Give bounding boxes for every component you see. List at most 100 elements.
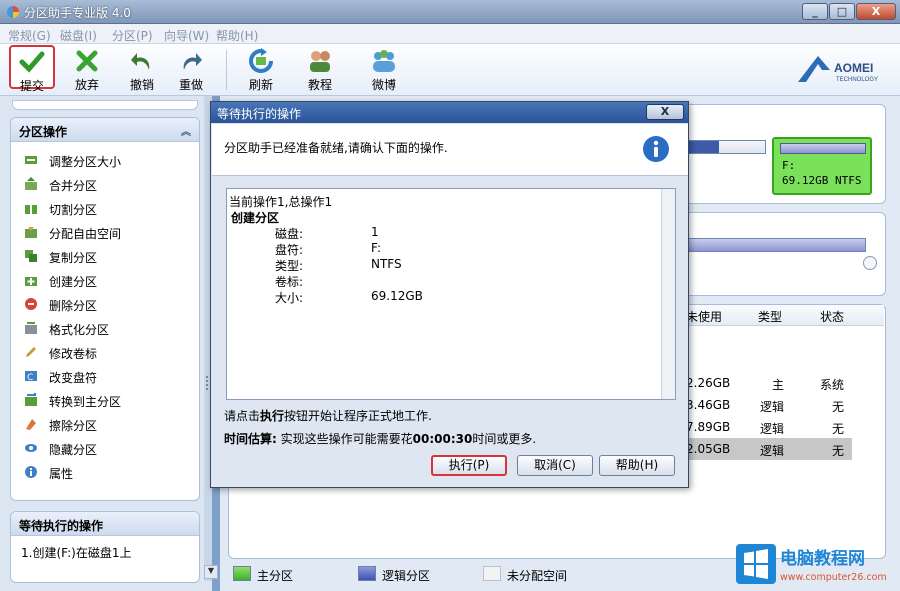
partition-operations-header[interactable]: 分区操作 ︽ [11,118,199,142]
f-partition-block[interactable]: F: 69.12GB NTFS [772,137,872,195]
edit-label-icon [26,347,36,357]
disk-partition-bar[interactable] [688,140,766,154]
operations-detail-box[interactable]: 当前操作1,总操作1 创建分区 磁盘: 1 盘符: F: 类型: NTFS 卷标… [226,188,676,400]
collapse-icon[interactable]: ︽ [181,123,191,138]
delete-partition-icon [25,298,37,310]
refresh-button[interactable]: 刷新 [238,46,284,94]
people-icon [373,50,395,72]
pending-operations-panel: 等待执行的操作 1.创建(F:)在磁盘1上 [10,511,200,583]
op-create-partition[interactable]: 创建分区 [11,268,199,292]
title-bar: 分区助手专业版 4.0 _ □ X [0,0,900,24]
pending-item[interactable]: 1.创建(F:)在磁盘1上 [11,536,199,569]
table-row[interactable]: 2.26GB 主 系统 [686,372,852,394]
col-status[interactable]: 状态 [820,308,844,325]
dialog-header: 分区助手已经准备就绪,请确认下面的操作. [212,124,688,176]
undo-icon [131,53,150,70]
close-button[interactable]: X [856,3,896,20]
svg-text:AOMEI: AOMEI [834,61,873,75]
weibo-button[interactable]: 微博 [361,46,407,94]
op-merge-partition[interactable]: 合并分区 [11,172,199,196]
resize-partition-icon [25,156,37,164]
discard-button[interactable]: 放弃 [64,46,110,94]
op-change-letter[interactable]: C 改变盘符 [11,364,199,388]
hide-partition-icon [25,444,37,452]
partition-table-header: 未使用 类型 状态 [686,305,884,326]
op-edit-label[interactable]: 修改卷标 [11,340,199,364]
ops-scrollbar[interactable] [661,189,675,399]
op-allocate-space[interactable]: 分配自由空间 [11,220,199,244]
dialog-title: 等待执行的操作 [217,107,302,121]
ops-field-key: 大小: [275,291,304,305]
x-icon [76,50,98,72]
toolbar-separator [226,50,227,90]
properties-icon [25,466,37,478]
op-format-partition[interactable]: 格式化分区 [11,316,199,340]
help-button[interactable]: 帮助(H) [599,455,675,476]
ops-field-key: 类型: [275,259,304,273]
svg-text:www.computer26.com: www.computer26.com [780,572,887,583]
check-icon [19,51,45,73]
table-row-selected[interactable]: 2.05GB 逻辑 无 [686,438,852,460]
dialog-close-button[interactable]: X [646,104,684,120]
menu-bar: 常规(G) 磁盘(I) 分区(P) 向导(W) 帮助(H) [0,24,900,44]
col-type[interactable]: 类型 [758,308,782,325]
minimize-button[interactable]: _ [802,3,828,20]
execute-button[interactable]: 执行(P) [431,455,507,476]
dialog-message: 分区助手已经准备就绪,请确认下面的操作. [224,141,448,155]
ops-heading: 创建分区 [231,211,280,225]
allocate-space-icon [25,227,37,238]
change-letter-icon: C [25,371,37,383]
ops-field-key: 卷标: [275,275,304,289]
format-partition-icon [25,322,37,334]
maximize-button[interactable]: □ [829,3,855,20]
menu-disk[interactable]: 磁盘(I) [60,27,97,44]
redo-button[interactable]: 重做 [168,46,214,94]
scroll-down-arrow[interactable]: ▼ [204,565,218,579]
op-copy-partition[interactable]: 复制分区 [11,244,199,268]
disk-2-bar[interactable] [688,238,866,252]
legend-unallocated-swatch [483,566,501,581]
menu-help[interactable]: 帮助(H) [216,27,258,44]
col-unused[interactable]: 未使用 [686,308,722,325]
copy-partition-icon [25,250,37,262]
menu-general[interactable]: 常规(G) [8,27,51,44]
toolbar: 提交 放弃 撤销 重做 刷新 教程 微博 [0,44,900,96]
disk-partition-fill [689,141,719,153]
svg-text:电脑教程网: 电脑教程网 [780,548,865,569]
dialog-time-estimate: 时间估算: 实现这些操作可能需要花00:00:30时间或更多. [224,432,537,446]
partition-operations-panel: 分区操作 ︽ 调整分区大小 合并分区 切割分区 分配自由空间 复制分区 创建分区 [10,117,200,501]
refresh-icon [249,48,273,73]
convert-primary-icon [25,393,37,406]
op-split-partition[interactable]: 切割分区 [11,196,199,220]
ops-field-value: 1 [371,225,379,239]
table-row[interactable]: 3.46GB 逻辑 无 [686,394,852,416]
ops-summary: 当前操作1,总操作1 [229,195,333,209]
table-row[interactable]: 7.89GB 逻辑 无 [686,416,852,438]
left-panel: 分区操作 ︽ 调整分区大小 合并分区 切割分区 分配自由空间 复制分区 创建分区 [0,96,212,591]
op-convert-primary[interactable]: 转换到主分区 [11,388,199,412]
menu-wizard[interactable]: 向导(W) [164,27,209,44]
op-hide-partition[interactable]: 隐藏分区 [11,436,199,460]
op-properties[interactable]: 属性 [11,460,199,484]
op-resize-partition[interactable]: 调整分区大小 [11,148,199,172]
ops-field-key: 盘符: [275,243,304,257]
dialog-title-bar[interactable]: 等待执行的操作 X [211,102,688,123]
op-delete-partition[interactable]: 删除分区 [11,292,199,316]
slider-handle[interactable] [863,256,877,270]
site-watermark: 电脑教程网 www.computer26.com [736,544,887,584]
users-icon [310,51,330,72]
ops-field-key: 磁盘: [275,227,304,241]
op-wipe-partition[interactable]: 擦除分区 [11,412,199,436]
ops-field-value: 69.12GB [371,289,423,303]
split-partition-icon [25,205,37,214]
submit-button[interactable]: 提交 [9,45,55,93]
left-panel-strip [12,100,198,110]
tutorial-button[interactable]: 教程 [297,46,343,94]
f-partition-bar [780,143,866,154]
create-partition-icon [25,277,37,286]
pending-operations-header: 等待执行的操作 [11,512,199,536]
cancel-button[interactable]: 取消(C) [517,455,593,476]
merge-partition-icon [25,177,37,190]
menu-partition[interactable]: 分区(P) [112,27,153,44]
undo-button[interactable]: 撤销 [119,46,165,94]
